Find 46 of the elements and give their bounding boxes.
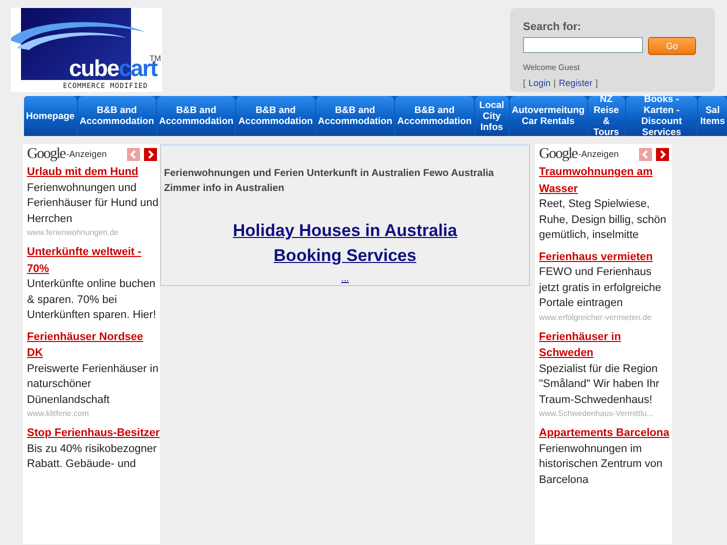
nav-tab[interactable]: Autovermeitung Car Rentals bbox=[510, 96, 587, 136]
more-link[interactable]: ... bbox=[341, 273, 349, 283]
ad-title-link[interactable]: Ferienhaus vermieten bbox=[539, 248, 672, 265]
ad-url: www.ferienwohnungen.de bbox=[27, 227, 120, 239]
ad-title-link[interactable]: Urlaub mit dem Hund bbox=[27, 164, 160, 180]
google-logo: Google bbox=[27, 146, 66, 162]
bracket: ] bbox=[595, 78, 598, 88]
ad-text: Unterkünfte online buchen & sparen. 70% bei Unterkünften sparen. Hier! bbox=[27, 277, 158, 323]
ad-title-link[interactable]: Stop Ferienhaus-Besitzer bbox=[27, 425, 160, 442]
nav-tab[interactable]: Sal Items bbox=[698, 96, 727, 136]
nav-tab[interactable]: NZ Reise & Tours bbox=[588, 96, 625, 136]
ads-label: -Anzeigen bbox=[66, 149, 108, 159]
nav-tab[interactable]: B&B and Accommodation bbox=[157, 96, 236, 136]
ad-text: Preiswerte Ferienhäuser in naturschöner Dünenlandschaft bbox=[27, 362, 160, 408]
nav-tab[interactable]: Homepage bbox=[24, 96, 77, 136]
login-link[interactable]: Login bbox=[528, 78, 551, 88]
ad-title-link[interactable]: Appartements Barcelona bbox=[539, 425, 672, 442]
welcome-text: Welcome Guest bbox=[523, 63, 581, 72]
ad-text: Ferienwohnungen und Ferienhäuser für Hund und Herrchen bbox=[27, 180, 160, 226]
nav-tab[interactable]: B&B and Accommodation bbox=[236, 96, 315, 136]
separator: | bbox=[554, 78, 556, 88]
ad-text: Bis zu 40% risikobezogner Rabatt. Gebäude- und bbox=[27, 442, 158, 472]
ad-title-link[interactable]: Unterkünfte weltweit - 70% bbox=[27, 244, 160, 277]
ad-url: www.Schwedenhaus-Vermittlu... bbox=[539, 408, 654, 420]
register-link[interactable]: Register bbox=[558, 78, 592, 88]
ad-title-link[interactable]: Ferienhäuser Nordsee DK bbox=[27, 328, 160, 362]
search-field[interactable] bbox=[523, 37, 643, 53]
intro-text: Ferienwohnungen und Ferien Unterkunft in Australien Fewo Australia Zimmer info in Australien bbox=[164, 167, 495, 196]
ad-url: www.erfolgreicher-vermieten.de bbox=[539, 312, 652, 324]
ad-title-link[interactable]: Traumwohnungen am Wasser bbox=[539, 164, 672, 197]
search-label: Search for: bbox=[523, 21, 582, 33]
ad-text: Spezialist für die Region "Småland" Wir haben Ihr Traum-Schwedenhaus! bbox=[539, 362, 660, 408]
nav-tab[interactable]: B&B and Accommodation bbox=[78, 96, 156, 136]
ads-label: -Anzeigen bbox=[578, 149, 620, 159]
ad-title-link[interactable]: Ferienhäuser in Schweden bbox=[539, 328, 672, 362]
ad-text: Reet, Steg Spielwiese, Ruhe, Design billig, schön gemütlich, inselmitte bbox=[539, 197, 668, 243]
ad-text: FEWO und Ferienhaus jetzt gratis in erfolgreiche Portale eintragen bbox=[539, 265, 662, 311]
ad-url: www.klitferie.com bbox=[27, 408, 90, 420]
nav-tab[interactable]: Books - Karten - Discount Services bbox=[626, 96, 698, 136]
ad-text: Ferienwohnungen im historischen Zentrum von Barcelona bbox=[539, 442, 664, 488]
headline-link[interactable]: Holiday Houses in Australia Booking Services bbox=[215, 218, 475, 268]
nav-tab[interactable]: B&B and Accommodation bbox=[395, 96, 474, 136]
nav-tab[interactable]: Local City Infos bbox=[474, 96, 509, 136]
google-logo: Google bbox=[539, 146, 578, 162]
nav-tab[interactable]: B&B and Accommodation bbox=[316, 96, 394, 136]
bracket: [ bbox=[523, 78, 526, 88]
